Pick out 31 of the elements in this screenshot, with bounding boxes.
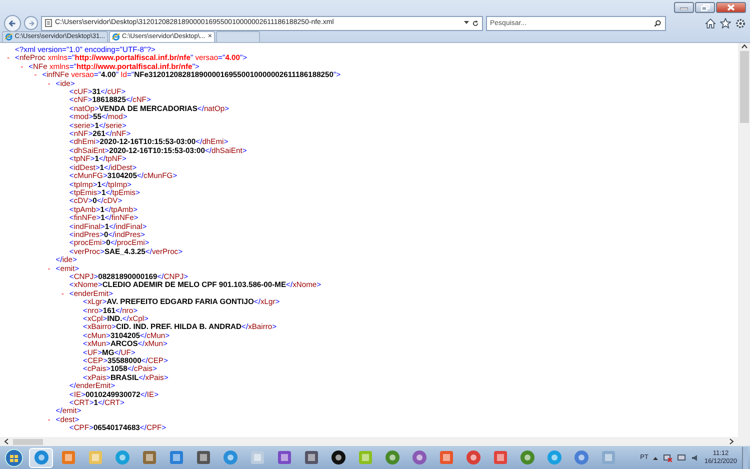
caret-icon[interactable]	[464, 21, 469, 25]
restore-icon	[700, 4, 710, 11]
settings-icon[interactable]	[735, 18, 746, 28]
start-button[interactable]	[2, 448, 26, 468]
forward-button[interactable]	[24, 16, 38, 30]
vertical-scrollbar[interactable]	[738, 43, 750, 437]
minimize-button[interactable]	[674, 2, 694, 13]
tray-arrow-icon[interactable]	[653, 456, 658, 460]
scroll-thumb[interactable]	[740, 51, 748, 123]
browser-icon	[5, 33, 13, 41]
scroll-right-icon[interactable]	[729, 438, 734, 445]
network-icon[interactable]	[663, 454, 672, 462]
back-button[interactable]	[4, 14, 21, 32]
close-icon	[727, 4, 735, 11]
page-icon	[45, 19, 52, 27]
show-desktop-button[interactable]	[742, 446, 748, 468]
scroll-left-icon[interactable]	[4, 438, 9, 445]
scroll-up-icon[interactable]	[740, 43, 748, 49]
minimize-icon	[680, 6, 688, 10]
speaker-icon[interactable]	[691, 454, 700, 462]
browser-icon	[112, 33, 120, 41]
back-arrow-icon	[8, 18, 17, 28]
refresh-icon[interactable]	[472, 20, 479, 26]
restore-button[interactable]	[695, 2, 715, 13]
scroll-thumb[interactable]	[13, 438, 43, 444]
home-icon[interactable]	[705, 18, 716, 28]
forward-arrow-icon	[28, 20, 34, 26]
close-button[interactable]	[716, 2, 746, 13]
monitor-icon[interactable]	[677, 454, 686, 462]
horizontal-scrollbar[interactable]	[0, 437, 750, 446]
star-icon[interactable]	[720, 18, 731, 28]
